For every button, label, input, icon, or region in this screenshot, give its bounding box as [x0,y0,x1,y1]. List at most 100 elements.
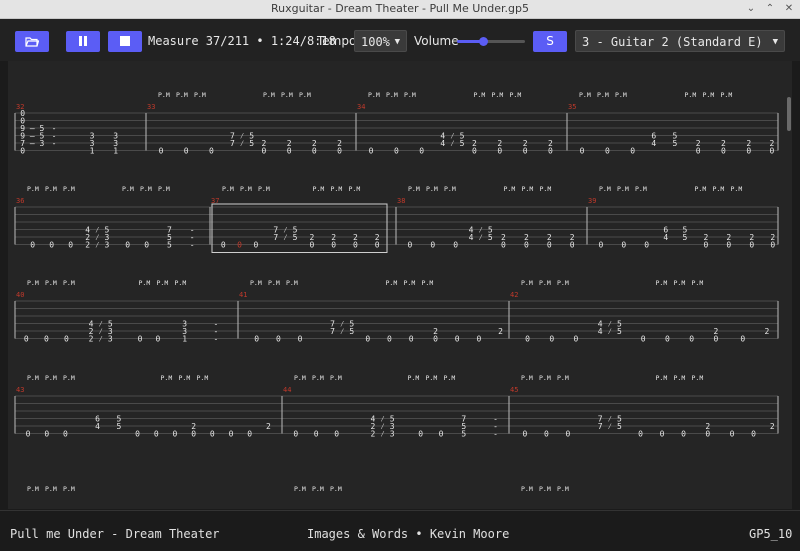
playback-position: Measure 37/211 • 1:24/8:18 [148,34,336,48]
tab-note: 0 [696,147,701,156]
palm-mute-mark: P.M [63,279,75,287]
palm-mute-mark: P.M [158,91,170,99]
tab-note: 0 [574,335,579,344]
tab-note: 2 [266,422,271,431]
palm-mute-mark: P.M [268,279,280,287]
tab-note: 0 [353,241,358,250]
stop-button[interactable] [108,31,142,52]
tab-note: 0 [497,147,502,156]
palm-mute-mark: P.M [63,485,75,493]
tab-note: 2 ⁄ 3 [85,241,109,250]
tab-note: 0 [522,430,527,439]
palm-mute-mark: P.M [45,185,57,193]
palm-mute-mark: P.M [312,374,324,382]
maximize-icon[interactable]: ⌃ [763,2,777,16]
palm-mute-mark: P.M [250,279,262,287]
tab-note: - [493,430,498,439]
tab-note: 0 [751,430,756,439]
palm-mute-mark: P.M [504,185,516,193]
tab-note: 0 [254,335,259,344]
tab-note: 0 [660,430,665,439]
stop-icon [120,36,130,46]
minimize-icon[interactable]: ⌄ [744,2,758,16]
tab-note: 0 [68,241,73,250]
palm-mute-mark: P.M [692,279,704,287]
tab-note: 0 [369,147,374,156]
palm-mute-mark: P.M [175,279,187,287]
palm-mute-mark: P.M [692,374,704,382]
measure-number: 34 [357,103,365,111]
tab-note: 0 [154,430,159,439]
palm-mute-mark: P.M [240,185,252,193]
tab-note: 0 [64,335,69,344]
chevron-down-icon: ▼ [772,37,778,47]
tab-note: - [190,241,195,250]
pause-button[interactable] [66,31,100,52]
tab-note: 0 [221,241,226,250]
solo-button[interactable]: S [533,31,567,52]
tab-note: 0 [726,241,731,250]
tab-note: 0 [191,430,196,439]
tab-note: 0 [544,430,549,439]
tab-note: 4 ⁄ 5 [440,139,464,148]
palm-mute-mark: P.M [45,374,57,382]
tab-note: 0 [334,430,339,439]
tab-note: 0 [407,241,412,250]
file-format: GP5_10 [749,527,793,541]
tab-note: 0 [312,147,317,156]
measure-number: 44 [283,386,291,394]
tab-note: 0 [247,430,252,439]
tab-note: 4 ⁄ 5 [598,327,622,336]
palm-mute-mark: P.M [222,185,234,193]
tab-note: 0 [721,147,726,156]
palm-mute-mark: P.M [331,185,343,193]
tab-note: 0 [418,430,423,439]
palm-mute-mark: P.M [731,185,743,193]
score-scrollbar[interactable] [786,61,792,509]
palm-mute-mark: P.M [444,374,456,382]
tab-note: 0 [453,241,458,250]
palm-mute-mark: P.M [294,485,306,493]
palm-mute-mark: P.M [140,185,152,193]
tab-note: 0 [630,147,635,156]
tab-note: 2 [770,422,775,431]
tab-note: 0 [159,147,164,156]
tablature-view[interactable]: 32 0 0 9 — 59 — 57 — 3 0- - -3 3 1 3 3 1 33 P.M P.M P.M… [8,61,792,509]
palm-mute-mark: P.M [258,185,270,193]
open-file-button[interactable] [15,31,49,52]
score-scrollbar-thumb[interactable] [787,97,791,131]
palm-mute-mark: P.M [281,91,293,99]
tab-note: 0 [565,430,570,439]
measure-number: 42 [510,291,518,299]
tab-note: 0 [30,241,35,250]
palm-mute-mark: P.M [656,279,668,287]
tab-note: 0 [20,147,25,156]
palm-mute-mark: P.M [368,91,380,99]
measure-number: 45 [510,386,518,394]
close-icon[interactable]: ✕ [782,2,796,16]
palm-mute-mark: P.M [615,91,627,99]
tab-note: 0 [331,241,336,250]
measure-number: 39 [588,197,596,205]
palm-mute-mark: P.M [521,485,533,493]
volume-slider[interactable] [457,37,525,46]
tab-note: 7 ⁄ 5 [273,233,297,242]
palm-mute-mark: P.M [685,91,697,99]
track-select[interactable]: 3 - Guitar 2 (Standard E) ▼ [575,30,785,52]
tab-note: 0 [144,241,149,250]
palm-mute-mark: P.M [599,185,611,193]
tempo-select[interactable]: 100% ▼ [354,30,407,52]
palm-mute-mark: P.M [294,374,306,382]
tab-note: 0 [740,335,745,344]
volume-label: Volume [414,34,459,48]
palm-mute-mark: P.M [426,374,438,382]
tab-note: 7 ⁄ 5 [330,327,354,336]
volume-slider-thumb[interactable] [478,37,488,46]
palm-mute-mark: P.M [539,374,551,382]
tab-note: 5 [167,241,172,250]
palm-mute-mark: P.M [386,279,398,287]
palm-mute-mark: P.M [539,279,551,287]
tab-note: 2 [765,327,770,336]
palm-mute-mark: P.M [408,185,420,193]
tab-note: 0 [365,335,370,344]
